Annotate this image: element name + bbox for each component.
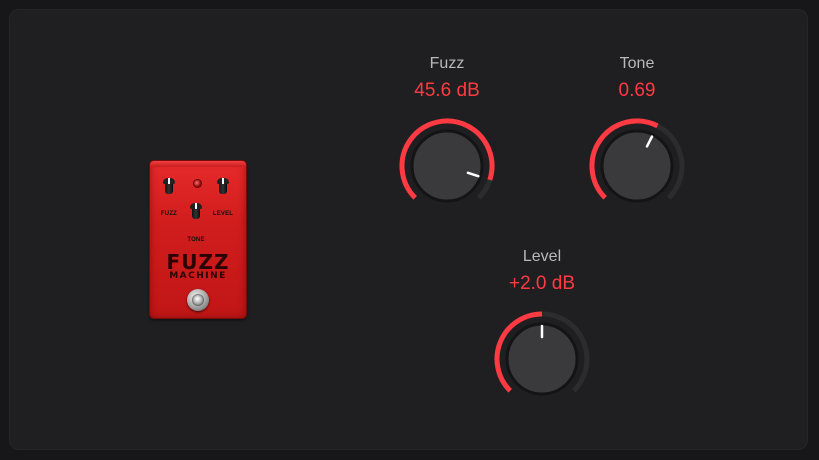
fuzz-pedal-graphic: FUZZ LEVEL TONE FUZZ MACHINE: [150, 161, 246, 318]
level-knob-graphic: [494, 311, 590, 396]
fuzz-label: Fuzz: [429, 55, 465, 72]
tone-value[interactable]: 0.69: [567, 80, 707, 102]
pedal-tone-knob: [189, 203, 203, 219]
pedal-level-label: LEVEL: [212, 211, 234, 217]
pedal-led-indicator: [194, 180, 201, 187]
fuzz-value[interactable]: 45.6 dB: [377, 80, 517, 102]
pedal-rim: [150, 161, 246, 167]
tone-knob-graphic: [589, 118, 685, 203]
pedal-tone-label: TONE: [187, 237, 205, 243]
pedal-level-knob: [216, 178, 230, 194]
level-knob[interactable]: [492, 309, 592, 409]
pedal-brand-subtitle: MACHINE: [169, 271, 227, 281]
pedal-fuzz-label: FUZZ: [160, 211, 178, 217]
fuzz-knob[interactable]: [397, 116, 497, 216]
level-value[interactable]: +2.0 dB: [472, 273, 612, 295]
fuzz-knob-graphic: [399, 118, 495, 203]
tone-knob[interactable]: [587, 116, 687, 216]
pedal-fuzz-knob: [162, 178, 176, 194]
level-label: Level: [522, 248, 562, 265]
plugin-panel: FUZZ LEVEL TONE FUZZ MACHINE Fuzz 45.6 d…: [9, 9, 808, 450]
tone-label: Tone: [619, 55, 655, 72]
pedal-footswitch: [187, 289, 209, 311]
